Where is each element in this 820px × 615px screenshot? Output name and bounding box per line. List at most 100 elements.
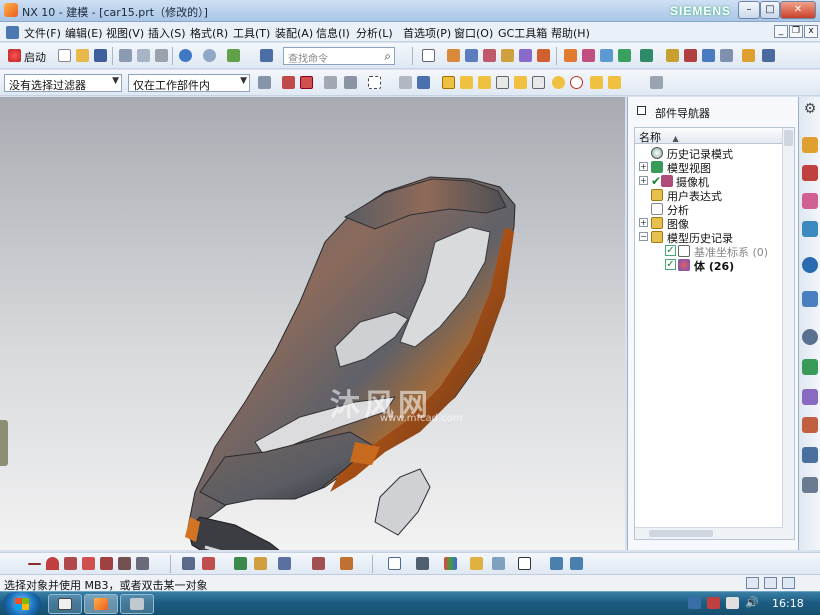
- horizontal-scrollbar[interactable]: [635, 527, 783, 539]
- menu-analysis[interactable]: 分析(L): [356, 25, 393, 41]
- snap-curve-icon[interactable]: [494, 74, 511, 91]
- start-button[interactable]: 启动: [24, 49, 46, 65]
- volume-icon[interactable]: 🔊: [745, 597, 759, 609]
- window-icon[interactable]: [420, 47, 437, 64]
- tree-row-model-history[interactable]: − 模型历史记录: [639, 230, 779, 245]
- graphics-window[interactable]: 沐风网 www.mfcad.com X Z Y: [0, 97, 625, 550]
- dimension-icon[interactable]: [338, 555, 355, 572]
- cut-icon[interactable]: [117, 47, 134, 64]
- repeat-command-icon[interactable]: [225, 47, 242, 64]
- expand-icon[interactable]: +: [639, 162, 648, 171]
- search-icon[interactable]: ⌕: [384, 49, 391, 64]
- tree-row-analysis[interactable]: 分析: [639, 202, 779, 217]
- part-icon-5[interactable]: [517, 47, 534, 64]
- polygon-icon[interactable]: [80, 555, 97, 572]
- taskbar-explorer-button[interactable]: [48, 594, 82, 614]
- taskbar-nx-button[interactable]: [84, 594, 118, 614]
- part-icon-3[interactable]: [481, 47, 498, 64]
- network-icon[interactable]: [726, 597, 739, 609]
- system-scenes-icon[interactable]: [802, 477, 818, 493]
- assembly-icon-9[interactable]: [718, 47, 735, 64]
- menu-edit[interactable]: 编辑(E): [65, 25, 103, 41]
- status-window-button[interactable]: [782, 577, 795, 589]
- general-selection-icon[interactable]: [280, 74, 297, 91]
- save-icon[interactable]: [92, 47, 109, 64]
- history-icon[interactable]: [802, 329, 818, 345]
- scroll-thumb[interactable]: [649, 530, 713, 537]
- highlight-icon[interactable]: [468, 555, 485, 572]
- part-icon-6[interactable]: [535, 47, 552, 64]
- paste-icon[interactable]: [153, 47, 170, 64]
- open-folder-icon[interactable]: [74, 47, 91, 64]
- line-icon[interactable]: [26, 555, 43, 572]
- copy-icon[interactable]: [135, 47, 152, 64]
- snap-intersection-icon[interactable]: [530, 74, 547, 91]
- roles-icon[interactable]: [802, 447, 818, 463]
- minimize-button[interactable]: –: [738, 1, 760, 19]
- wcs-icon[interactable]: [548, 555, 565, 572]
- snap-endpoint-icon[interactable]: [440, 74, 457, 91]
- start-button[interactable]: [3, 592, 41, 615]
- assembly-icon-7[interactable]: [682, 47, 699, 64]
- layer-icon[interactable]: [490, 555, 507, 572]
- visibility-checkbox[interactable]: ✓: [665, 245, 676, 256]
- expand-icon[interactable]: +: [639, 218, 648, 227]
- new-file-icon[interactable]: [56, 47, 73, 64]
- pin-panel-icon[interactable]: [637, 106, 646, 115]
- undo-icon[interactable]: [177, 47, 194, 64]
- taskbar-clock[interactable]: 16:18: [772, 597, 804, 610]
- vertical-scrollbar[interactable]: [782, 128, 794, 539]
- edit-color-icon[interactable]: [442, 555, 459, 572]
- collapse-icon[interactable]: −: [639, 232, 648, 241]
- offset-curve-icon[interactable]: [116, 555, 133, 572]
- tree-row-datum-csys[interactable]: ✓ 基准坐标系 (0): [639, 244, 779, 259]
- name-column-header[interactable]: 名称 ▲: [635, 128, 783, 144]
- assembly-navigator-icon[interactable]: [802, 137, 818, 153]
- scroll-thumb[interactable]: [784, 130, 793, 146]
- snap-line-icon[interactable]: [476, 74, 493, 91]
- tree-row-history-mode[interactable]: 历史记录模式: [639, 146, 779, 161]
- snap-midpoint-icon[interactable]: [458, 74, 475, 91]
- redo-icon[interactable]: [201, 47, 218, 64]
- assembly-icon-2[interactable]: [580, 47, 597, 64]
- menu-information[interactable]: 信息(I): [316, 25, 350, 41]
- tree-row-model-views[interactable]: + 模型视图: [639, 160, 779, 175]
- hd3d-tools-icon[interactable]: [802, 257, 818, 273]
- viewport-resize-handle[interactable]: [0, 420, 8, 466]
- command-search-input[interactable]: 查找命令 ⌕: [283, 47, 395, 65]
- assembly-icon-5[interactable]: [638, 47, 655, 64]
- snap-control-icon[interactable]: [512, 74, 529, 91]
- shield-icon[interactable]: [688, 597, 701, 609]
- divide-icon[interactable]: [276, 555, 293, 572]
- shade-icon[interactable]: [415, 74, 432, 91]
- mdi-restore-button[interactable]: ❐: [789, 25, 803, 38]
- snap-options-icon[interactable]: [648, 74, 665, 91]
- text-curve-icon[interactable]: [98, 555, 115, 572]
- taskbar-app-button[interactable]: [120, 594, 154, 614]
- menu-insert[interactable]: 插入(S): [148, 25, 186, 41]
- orient-icon[interactable]: [568, 555, 585, 572]
- nx-app-icon[interactable]: [4, 3, 18, 17]
- menu-window[interactable]: 窗口(O): [454, 25, 493, 41]
- assembly-icon-4[interactable]: [616, 47, 633, 64]
- assembly-icon-6[interactable]: [664, 47, 681, 64]
- extract-icon[interactable]: [180, 555, 197, 572]
- web-browser-icon[interactable]: [802, 291, 818, 307]
- isoparametric-icon[interactable]: [252, 555, 269, 572]
- trim-icon[interactable]: [310, 555, 327, 572]
- menu-gc-toolbox[interactable]: GC工具箱: [498, 25, 547, 41]
- join-icon[interactable]: [232, 555, 249, 572]
- menu-file[interactable]: 文件(F): [24, 25, 61, 41]
- assembly-icon-1[interactable]: [562, 47, 579, 64]
- filter-icon[interactable]: [256, 74, 273, 91]
- start-icon[interactable]: [6, 47, 23, 64]
- assembly-icon-10[interactable]: [740, 47, 757, 64]
- rectangle-select-icon[interactable]: [366, 74, 383, 91]
- reuse-library-icon[interactable]: [802, 221, 818, 237]
- view-icon[interactable]: [397, 74, 414, 91]
- snap-center-icon[interactable]: [550, 74, 567, 91]
- bridge-icon[interactable]: [200, 555, 217, 572]
- gear-icon[interactable]: ⚙: [802, 101, 818, 117]
- snap-on-curve-icon[interactable]: [606, 74, 623, 91]
- part-icon-2[interactable]: [463, 47, 480, 64]
